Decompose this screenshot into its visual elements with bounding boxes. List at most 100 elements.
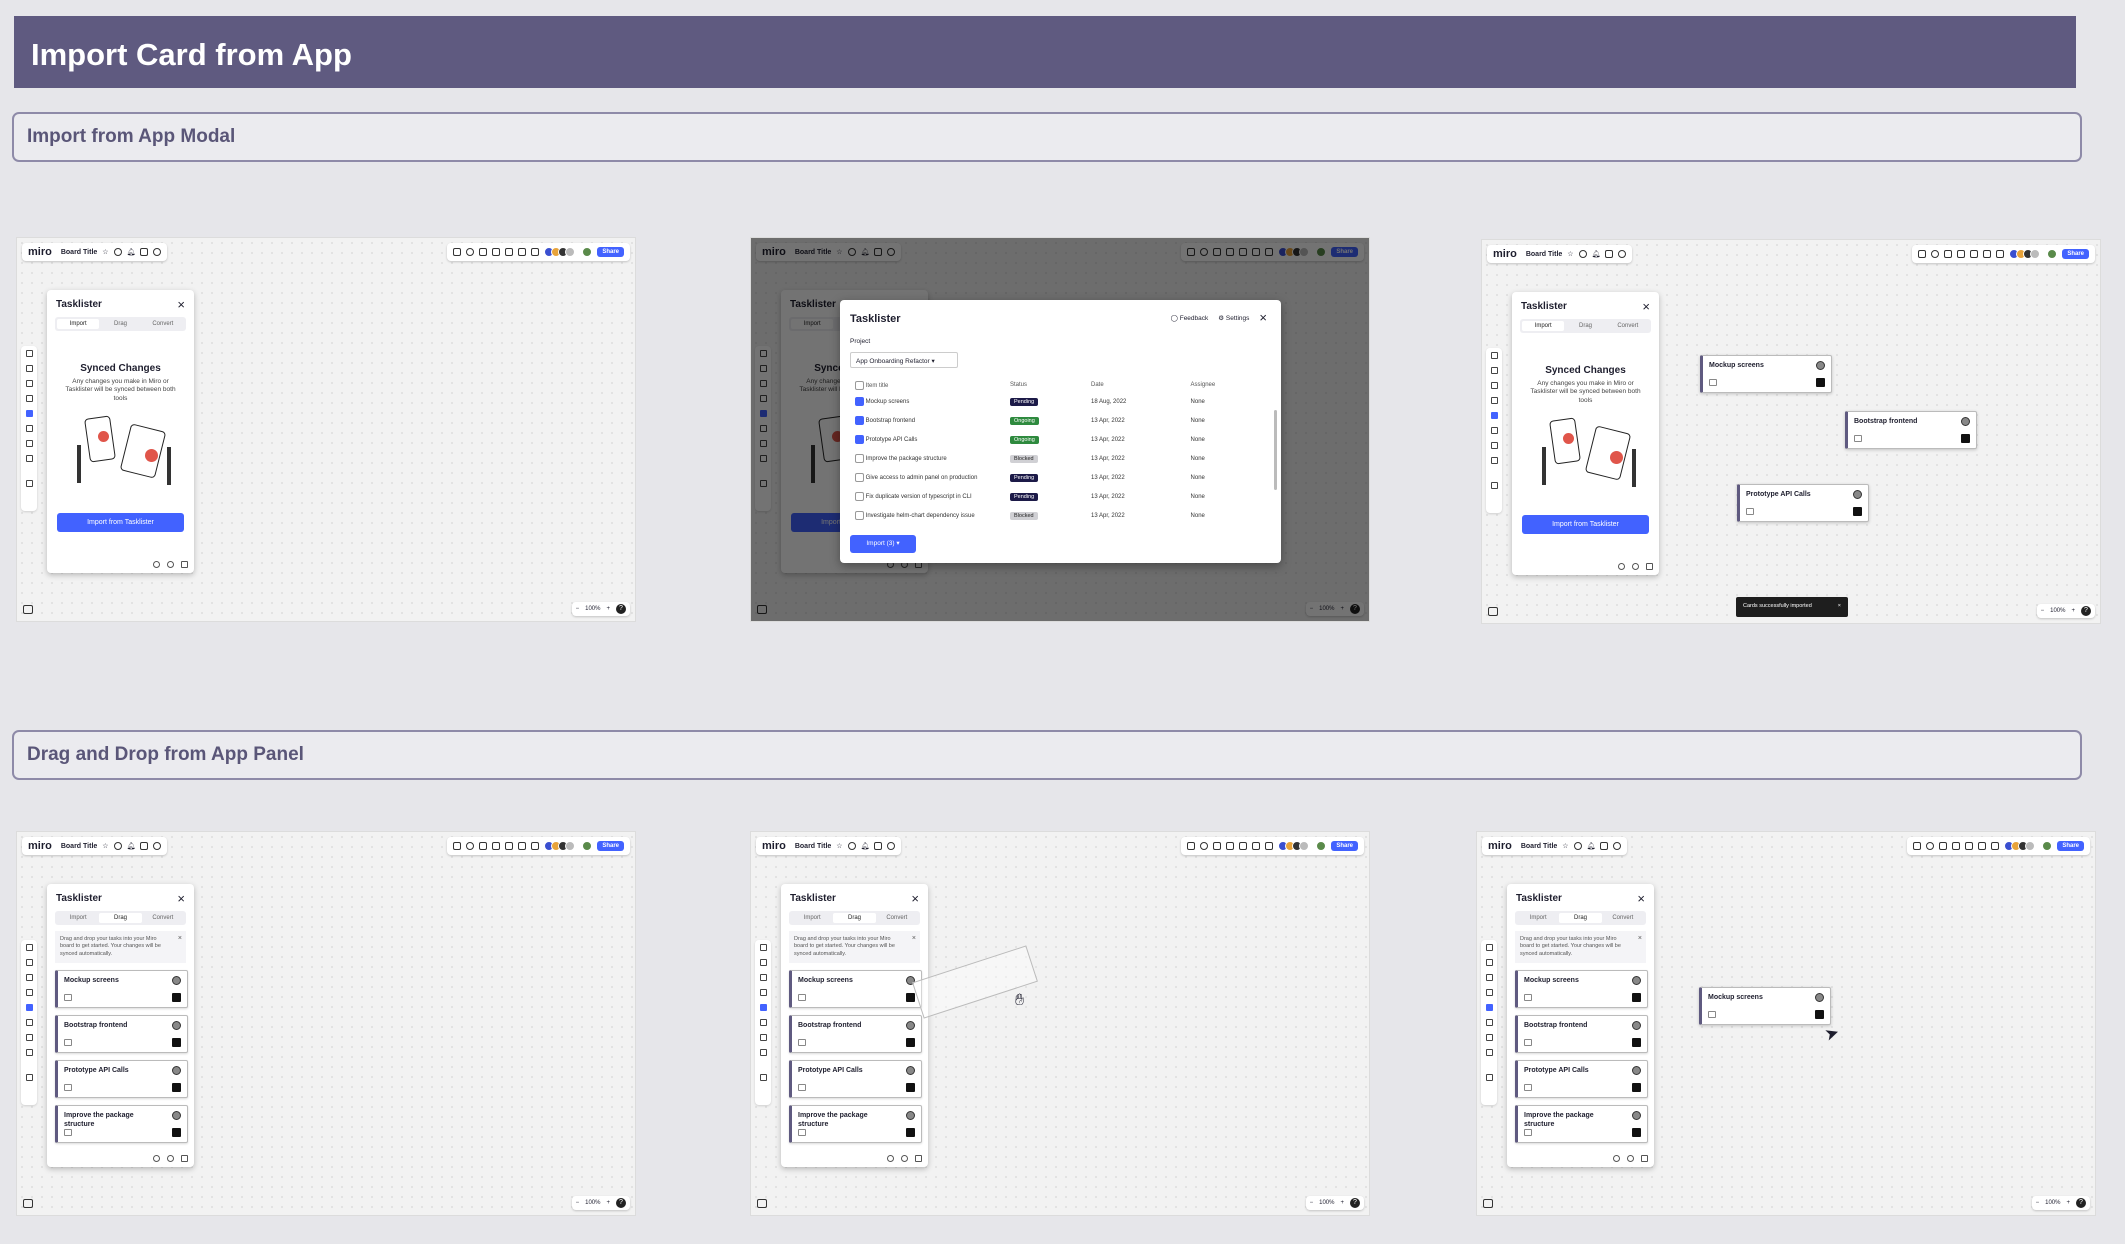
text-tool-icon[interactable]	[1490, 367, 1498, 374]
share-button[interactable]: Share	[2057, 841, 2084, 851]
tasklister-app-icon[interactable]	[759, 1004, 767, 1011]
doc-icon[interactable]	[1970, 250, 1979, 258]
gear-icon[interactable]	[847, 842, 856, 850]
card-icon[interactable]	[1957, 250, 1966, 258]
task-card[interactable]: Bootstrap frontend	[1515, 1015, 1648, 1054]
zoom-in-icon[interactable]: +	[606, 1200, 610, 1206]
vote-icon[interactable]	[479, 248, 488, 256]
avatar[interactable]	[2030, 249, 2041, 259]
collaborator-avatars[interactable]	[1278, 841, 1310, 851]
share-button[interactable]: Share	[597, 841, 624, 851]
doc-icon[interactable]	[505, 248, 514, 256]
shape-tool-icon[interactable]	[25, 989, 33, 996]
chat-icon[interactable]	[1627, 1155, 1634, 1162]
gear-icon[interactable]	[113, 842, 122, 850]
undo-icon[interactable]	[25, 480, 33, 487]
logout-icon[interactable]	[1646, 563, 1653, 570]
bell-icon[interactable]: 🔔︎	[861, 842, 870, 850]
tab-drag[interactable]: Drag	[1564, 321, 1606, 331]
bell-icon[interactable]: 🔔︎	[1587, 842, 1596, 850]
avatar[interactable]	[1299, 841, 1310, 851]
card-list[interactable]: Mockup screens Bootstrap frontend Protot…	[781, 963, 928, 1149]
bell-icon[interactable]: 🔔︎	[127, 842, 136, 850]
board-task-card[interactable]: Mockup screens	[1700, 355, 1832, 393]
tab-import[interactable]: Import	[791, 913, 833, 923]
upload-icon[interactable]	[1600, 842, 1609, 850]
task-card[interactable]: Improve the package structure	[55, 1105, 188, 1144]
table-row[interactable]: Prototype API Calls Ongoing 13 Apr, 2022…	[850, 430, 1260, 449]
task-card[interactable]: Bootstrap frontend	[55, 1015, 188, 1054]
board-task-card[interactable]: Bootstrap frontend	[1845, 411, 1977, 449]
feedback-link[interactable]: ◯ Feedback	[1171, 314, 1209, 322]
close-icon[interactable]: ×	[1637, 892, 1645, 905]
table-row[interactable]: Bootstrap frontend Ongoing 13 Apr, 2022 …	[850, 411, 1260, 430]
row-checkbox[interactable]	[855, 435, 864, 444]
star-icon[interactable]: ☆	[836, 842, 842, 850]
card-icon[interactable]	[492, 842, 501, 850]
zoom-in-icon[interactable]: +	[2071, 608, 2075, 614]
select-tool-icon[interactable]	[759, 944, 767, 951]
zoom-level[interactable]: 100%	[2050, 608, 2065, 614]
tasklister-app-icon[interactable]	[1485, 1004, 1493, 1011]
bell-icon[interactable]: 🔔︎	[127, 248, 136, 256]
timer-icon[interactable]	[1200, 842, 1209, 850]
sidebar-toggle-icon[interactable]	[1483, 1199, 1493, 1208]
timer-icon[interactable]	[466, 248, 475, 256]
help-icon[interactable]: ?	[1350, 1198, 1360, 1208]
card-icon[interactable]	[1952, 842, 1961, 850]
row-checkbox[interactable]	[855, 397, 864, 406]
tab-drag[interactable]: Drag	[833, 913, 876, 923]
settings-icon[interactable]	[153, 1155, 160, 1162]
logout-icon[interactable]	[181, 1155, 188, 1162]
frame-tool-icon[interactable]	[1485, 1034, 1493, 1041]
tab-convert[interactable]: Convert	[1607, 321, 1649, 331]
frame-tool-icon[interactable]	[759, 1034, 767, 1041]
tab-import[interactable]: Import	[1522, 321, 1565, 331]
dismiss-icon[interactable]: ×	[912, 934, 916, 943]
help-icon[interactable]: ?	[2081, 606, 2091, 616]
card-list[interactable]: Mockup screens Bootstrap frontend Protot…	[47, 963, 194, 1149]
card-icon[interactable]	[1226, 842, 1235, 850]
settings-icon[interactable]	[153, 561, 160, 568]
import-button[interactable]: Import from Tasklister	[1522, 515, 1649, 534]
tasklister-app-icon[interactable]	[1490, 412, 1498, 419]
user-avatar[interactable]	[2042, 841, 2053, 851]
task-card[interactable]: Improve the package structure	[1515, 1105, 1648, 1144]
upload-icon[interactable]	[140, 248, 149, 256]
search-icon[interactable]	[153, 248, 162, 256]
vote-icon[interactable]	[1213, 842, 1222, 850]
board-title[interactable]: Board Title	[61, 249, 97, 256]
task-card[interactable]: Prototype API Calls	[55, 1060, 188, 1099]
chat-icon[interactable]	[901, 1155, 908, 1162]
zoom-out-icon[interactable]: −	[1310, 1200, 1314, 1206]
tab-drag[interactable]: Drag	[99, 913, 142, 923]
more-tools-icon[interactable]	[1485, 1049, 1493, 1056]
frame-tool-icon[interactable]	[25, 440, 33, 447]
sticky-tool-icon[interactable]	[1490, 382, 1498, 389]
import-selected-button[interactable]: Import (3) ▾	[850, 535, 916, 553]
doc-icon[interactable]	[1965, 842, 1974, 850]
share-button[interactable]: Share	[2062, 249, 2089, 259]
close-icon[interactable]: ×	[911, 892, 919, 905]
shape-tool-icon[interactable]	[759, 989, 767, 996]
timer-icon[interactable]	[1931, 250, 1940, 258]
settings-icon[interactable]	[887, 1155, 894, 1162]
scrollbar[interactable]	[1274, 410, 1277, 490]
upload-icon[interactable]	[874, 842, 883, 850]
doc-icon[interactable]	[505, 842, 514, 850]
close-icon[interactable]: ×	[177, 298, 185, 311]
pen-tool-icon[interactable]	[25, 1019, 33, 1026]
logout-icon[interactable]	[1641, 1155, 1648, 1162]
close-icon[interactable]: ×	[177, 892, 185, 905]
star-icon[interactable]: ☆	[1562, 842, 1568, 850]
tab-convert[interactable]: Convert	[142, 319, 184, 329]
close-icon[interactable]: ×	[1642, 300, 1650, 313]
help-icon[interactable]: ?	[616, 604, 626, 614]
more-tools-icon[interactable]	[25, 455, 33, 462]
more-tools-icon[interactable]	[759, 1049, 767, 1056]
close-icon[interactable]: ×	[1259, 311, 1267, 324]
tab-convert[interactable]: Convert	[876, 913, 918, 923]
table-row[interactable]: Fix duplicate version of typescript in C…	[850, 487, 1260, 506]
more-tools-icon[interactable]	[1490, 457, 1498, 464]
logout-icon[interactable]	[181, 561, 188, 568]
